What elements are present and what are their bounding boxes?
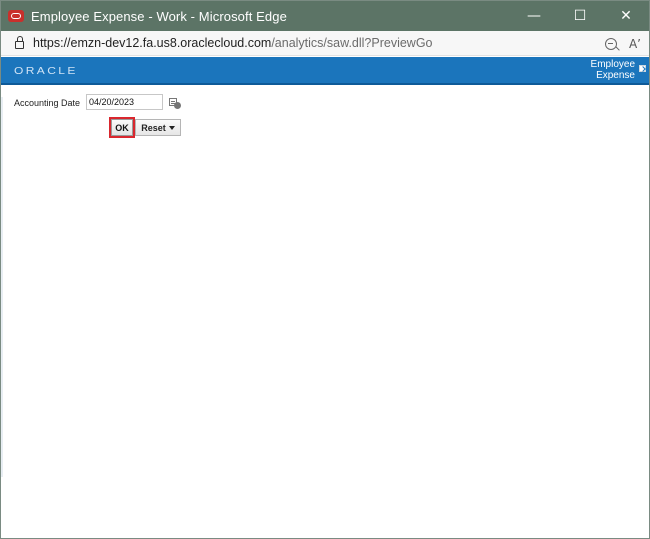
title-bar: Employee Expense - Work - Microsoft Edge… xyxy=(1,1,649,31)
calendar-icon[interactable] xyxy=(169,97,181,109)
window-title: Employee Expense - Work - Microsoft Edge xyxy=(31,8,287,24)
accounting-date-input[interactable] xyxy=(86,94,163,110)
calendar-clock xyxy=(174,102,181,109)
url-path: /analytics/saw.dll?PreviewGo xyxy=(271,36,433,50)
oracle-header: ORACLE Employee Expense xyxy=(1,57,649,85)
oracle-logo: ORACLE xyxy=(14,66,78,77)
zoom-out-icon[interactable] xyxy=(604,37,617,50)
caret-down-icon xyxy=(168,125,175,130)
address-actions: A’ xyxy=(604,31,641,56)
ok-button[interactable]: OK xyxy=(111,119,133,136)
minimize-button[interactable]: — xyxy=(511,1,557,31)
read-aloud-icon[interactable]: A’ xyxy=(629,37,641,51)
close-button[interactable]: ✕ xyxy=(603,1,649,31)
report-title: Employee Expense xyxy=(591,59,635,81)
prompt-area: Accounting Date OK Reset xyxy=(1,87,649,539)
lock-icon[interactable] xyxy=(15,36,24,49)
oracle-app-icon xyxy=(8,10,24,22)
window-controls: — ☐ ✕ xyxy=(511,1,649,31)
collapse-icon[interactable] xyxy=(639,65,646,72)
reset-button[interactable]: Reset xyxy=(135,119,181,136)
url-text[interactable]: https://emzn-dev12.fa.us8.oraclecloud.co… xyxy=(33,36,433,50)
url-domain: https://emzn-dev12.fa.us8.oraclecloud.co… xyxy=(33,36,272,50)
address-bar[interactable]: https://emzn-dev12.fa.us8.oraclecloud.co… xyxy=(1,31,649,56)
browser-window: Employee Expense - Work - Microsoft Edge… xyxy=(0,0,650,539)
reset-label: Reset xyxy=(141,122,166,133)
accounting-date-label: Accounting Date xyxy=(14,98,81,108)
report-title-line2: Expense xyxy=(596,70,635,81)
maximize-button[interactable]: ☐ xyxy=(557,1,603,31)
report-title-line1: Employee xyxy=(590,59,635,70)
